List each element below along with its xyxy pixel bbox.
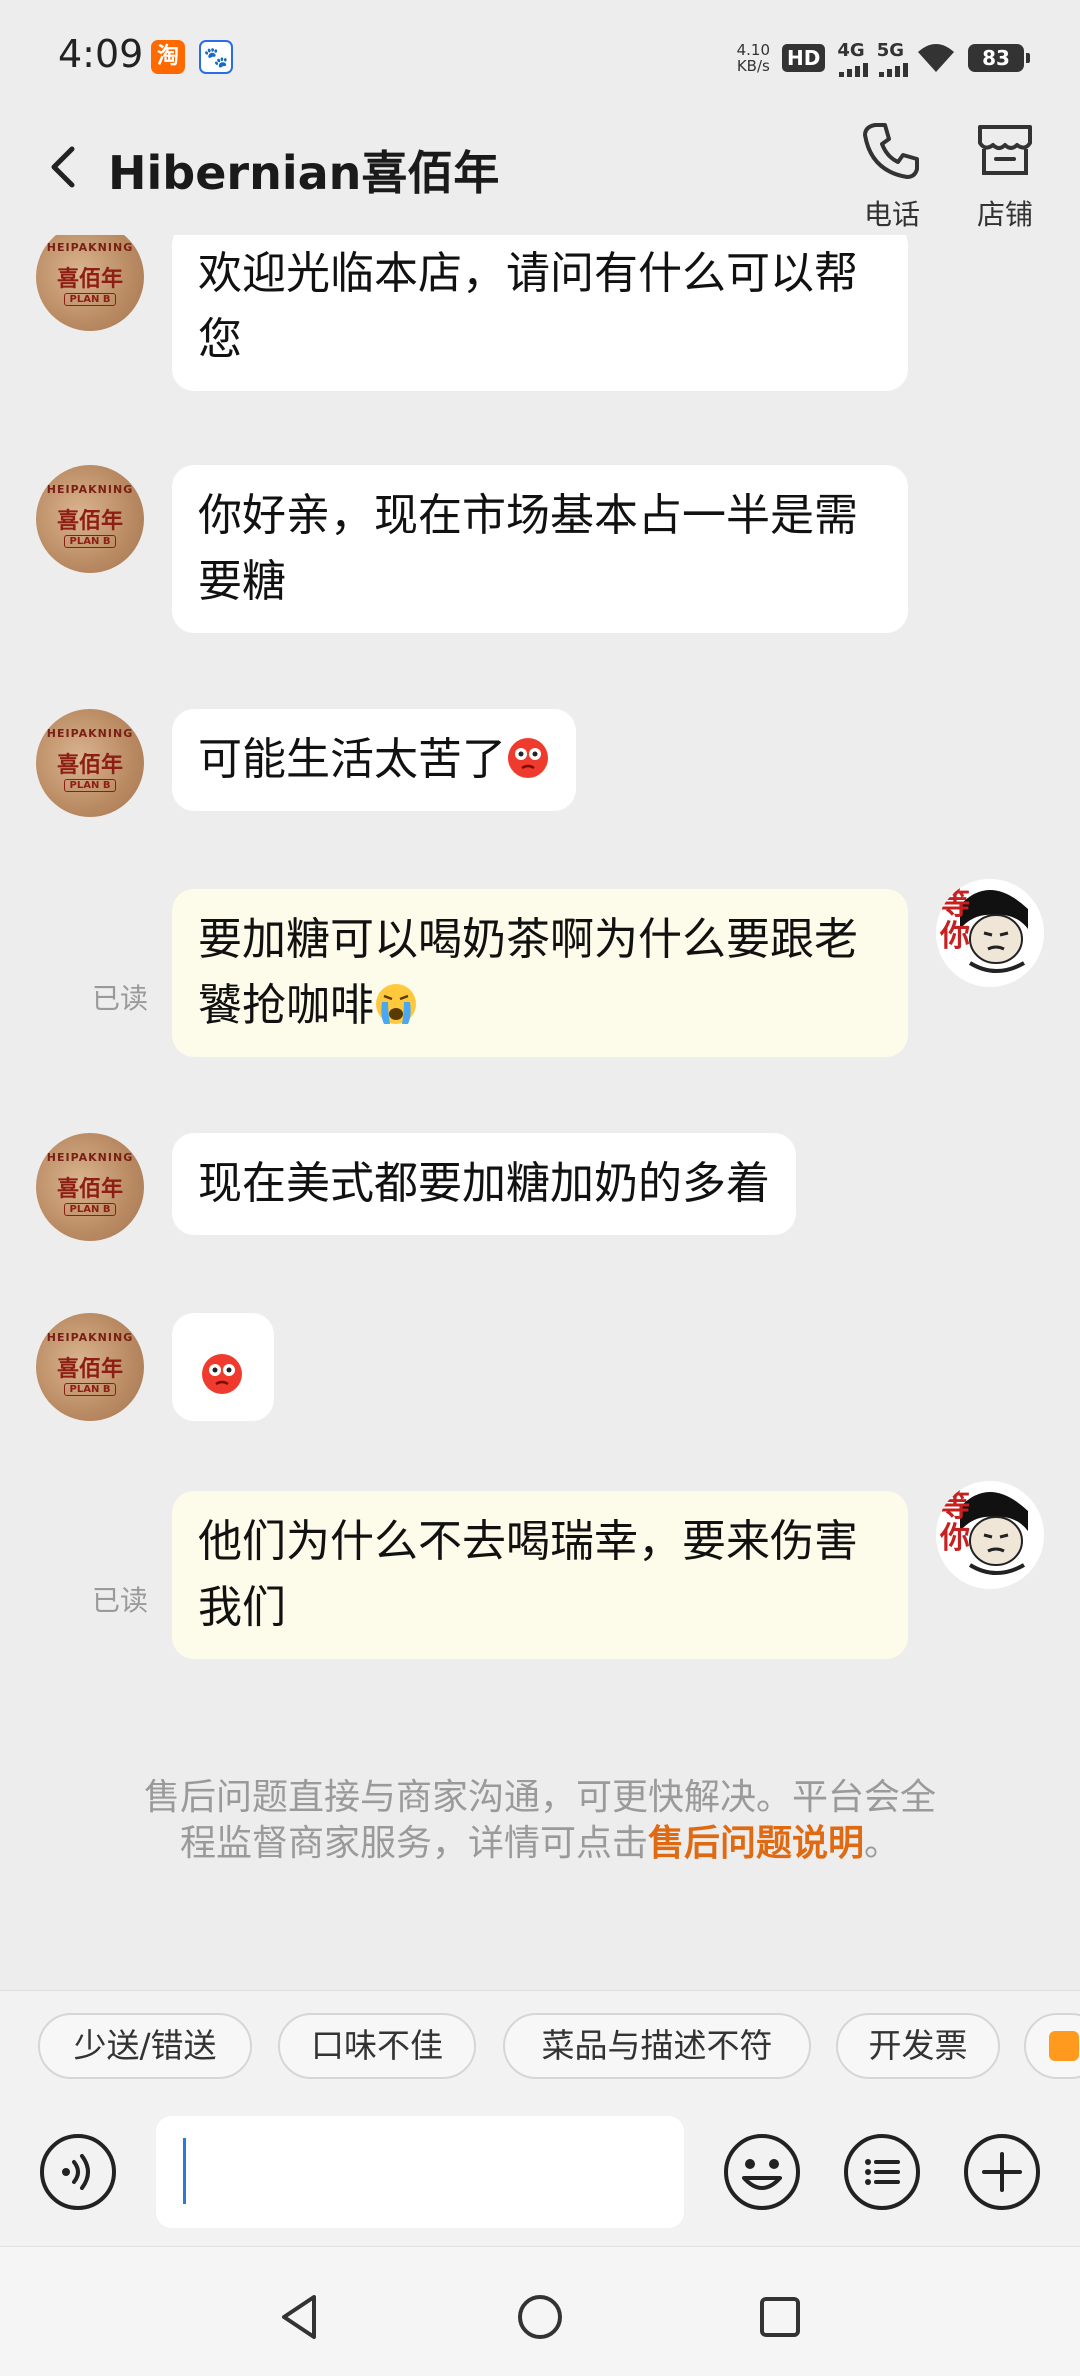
quick-reply-more-chip[interactable] xyxy=(1024,2013,1080,2079)
user-avatar-text: 等你 xyxy=(940,1489,970,1556)
avatar-brand-plan: PLAN B xyxy=(64,1203,116,1216)
chevron-left-icon xyxy=(51,146,75,188)
message-text: 要加糖可以喝奶茶啊为什么要跟老饕抢咖啡 xyxy=(198,914,858,1031)
back-button[interactable] xyxy=(38,135,88,199)
status-bar: 4:09 淘 🐾 4.10 KB/s HD 4G 5G 83 xyxy=(0,0,1080,115)
circle-home-icon xyxy=(518,2295,562,2339)
read-status: 已读 xyxy=(92,1584,149,1617)
chat-header: Hibernian喜佰年 电话 店铺 xyxy=(0,115,1080,235)
signal-4g: 4G xyxy=(837,39,869,77)
message-bubble[interactable]: 他们为什么不去喝瑞幸，要来伤害我们 xyxy=(172,1491,908,1659)
avatar-brand-cn: 喜佰年 xyxy=(56,1357,123,1382)
page-title: Hibernian喜佰年 xyxy=(108,146,500,200)
signal-bars-icon xyxy=(878,62,908,77)
user-avatar[interactable]: 等你 xyxy=(936,1481,1044,1589)
speed-unit: KB/s xyxy=(736,57,770,75)
avatar-brand-cn: 喜佰年 xyxy=(56,1177,123,1202)
after-sales-link[interactable]: 售后问题说明 xyxy=(648,1823,864,1864)
merchant-avatar[interactable]: HEIPAKNING 喜佰年 PLAN B xyxy=(36,1313,144,1421)
taobao-app-icon: 淘 xyxy=(151,40,185,74)
square-recents-icon xyxy=(760,2297,800,2337)
quick-reply-chip[interactable]: 菜品与描述不符 xyxy=(503,2013,811,2079)
voice-icon xyxy=(40,2134,116,2210)
message-bubble[interactable]: 欢迎光临本店，请问有什么可以帮您 xyxy=(172,235,908,391)
add-button[interactable] xyxy=(962,2132,1042,2212)
avatar-brand-text: HEIPAKNING xyxy=(46,1331,134,1344)
speed-value: 4.10 xyxy=(736,41,771,59)
avatar-brand-plan: PLAN B xyxy=(64,1383,116,1396)
signal-bars-icon xyxy=(839,62,869,77)
avatar-brand-text: HEIPAKNING xyxy=(46,241,134,254)
shop-label: 店铺 xyxy=(976,198,1033,231)
message-bubble[interactable] xyxy=(172,1313,274,1421)
nav-recents-button[interactable] xyxy=(750,2287,810,2347)
phone-button[interactable]: 电话 xyxy=(842,115,942,233)
message-bubble[interactable]: 可能生活太苦了 xyxy=(172,709,576,811)
user-avatar-text: 等你 xyxy=(940,887,970,954)
coupon-icon xyxy=(1049,2031,1079,2061)
merchant-avatar[interactable]: HEIPAKNING 喜佰年 PLAN B xyxy=(36,465,144,573)
phone-label: 电话 xyxy=(863,198,920,231)
battery-icon: 83 xyxy=(968,44,1030,72)
list-icon xyxy=(844,2134,920,2210)
hd-badge: HD xyxy=(782,44,826,72)
quick-reply-chip[interactable]: 少送/错送 xyxy=(38,2013,252,2079)
plus-icon xyxy=(964,2134,1040,2210)
chat-list[interactable]: HEIPAKNING 喜佰年 PLAN B 欢迎光临本店，请问有什么可以帮您 H… xyxy=(0,235,1080,1985)
avatar-brand-text: HEIPAKNING xyxy=(46,483,134,496)
avatar-brand-cn: 喜佰年 xyxy=(56,753,123,778)
status-time: 4:09 xyxy=(58,32,144,76)
avatar-brand-text: HEIPAKNING xyxy=(46,727,134,740)
input-bar xyxy=(0,2100,1080,2246)
notice-tail: 。 xyxy=(864,1823,901,1864)
wifi-icon xyxy=(916,42,956,74)
network-speed: 4.10 KB/s xyxy=(737,42,770,74)
status-right-group: 4.10 KB/s HD 4G 5G 83 xyxy=(737,36,1030,80)
message-bubble[interactable]: 现在美式都要加糖加奶的多着 xyxy=(172,1133,796,1235)
merchant-avatar[interactable]: HEIPAKNING 喜佰年 PLAN B xyxy=(36,235,144,331)
smiley-icon xyxy=(724,2134,800,2210)
system-nav-bar xyxy=(0,2246,1080,2376)
user-avatar[interactable]: 等你 xyxy=(936,879,1044,987)
phone-icon xyxy=(863,123,919,179)
net-4g-label: 4G xyxy=(837,39,865,61)
avatar-brand-plan: PLAN B xyxy=(64,779,116,792)
quick-phrase-button[interactable] xyxy=(842,2132,922,2212)
voice-button[interactable] xyxy=(38,2132,118,2212)
signal-5g: 5G xyxy=(876,39,908,77)
avatar-brand-plan: PLAN B xyxy=(64,535,116,548)
quick-reply-chip[interactable]: 开发票 xyxy=(836,2013,1000,2079)
text-cursor xyxy=(183,2138,186,2204)
avatar-brand-plan: PLAN B xyxy=(64,293,116,306)
message-bubble[interactable]: 要加糖可以喝奶茶啊为什么要跟老饕抢咖啡 xyxy=(172,889,908,1057)
merchant-avatar[interactable]: HEIPAKNING 喜佰年 PLAN B xyxy=(36,1133,144,1241)
quick-reply-bar: 少送/错送 口味不佳 菜品与描述不符 开发票 xyxy=(0,1990,1080,2100)
message-input[interactable] xyxy=(156,2116,684,2228)
nav-back-button[interactable] xyxy=(270,2287,330,2347)
emoji-button[interactable] xyxy=(722,2132,802,2212)
quick-reply-chip[interactable]: 口味不佳 xyxy=(278,2013,476,2079)
avatar-brand-text: HEIPAKNING xyxy=(46,1151,134,1164)
crying-face-icon xyxy=(376,984,416,1024)
flushed-face-icon xyxy=(202,1354,242,1394)
store-icon xyxy=(978,125,1032,175)
flushed-face-icon xyxy=(508,738,548,778)
baidu-app-icon: 🐾 xyxy=(199,40,233,74)
shop-button[interactable]: 店铺 xyxy=(955,115,1055,233)
after-sales-notice: 售后问题直接与商家沟通，可更快解决。平台会全程监督商家服务，详情可点击售后问题说… xyxy=(140,1775,940,1867)
message-bubble[interactable]: 你好亲，现在市场基本占一半是需要糖 xyxy=(172,465,908,633)
read-status: 已读 xyxy=(92,982,149,1015)
message-text: 可能生活太苦了 xyxy=(198,734,506,785)
nav-home-button[interactable] xyxy=(510,2287,570,2347)
triangle-back-icon xyxy=(282,2295,316,2339)
merchant-avatar[interactable]: HEIPAKNING 喜佰年 PLAN B xyxy=(36,709,144,817)
avatar-brand-cn: 喜佰年 xyxy=(56,267,123,292)
avatar-brand-cn: 喜佰年 xyxy=(56,509,123,534)
net-5g-label: 5G xyxy=(876,39,904,61)
